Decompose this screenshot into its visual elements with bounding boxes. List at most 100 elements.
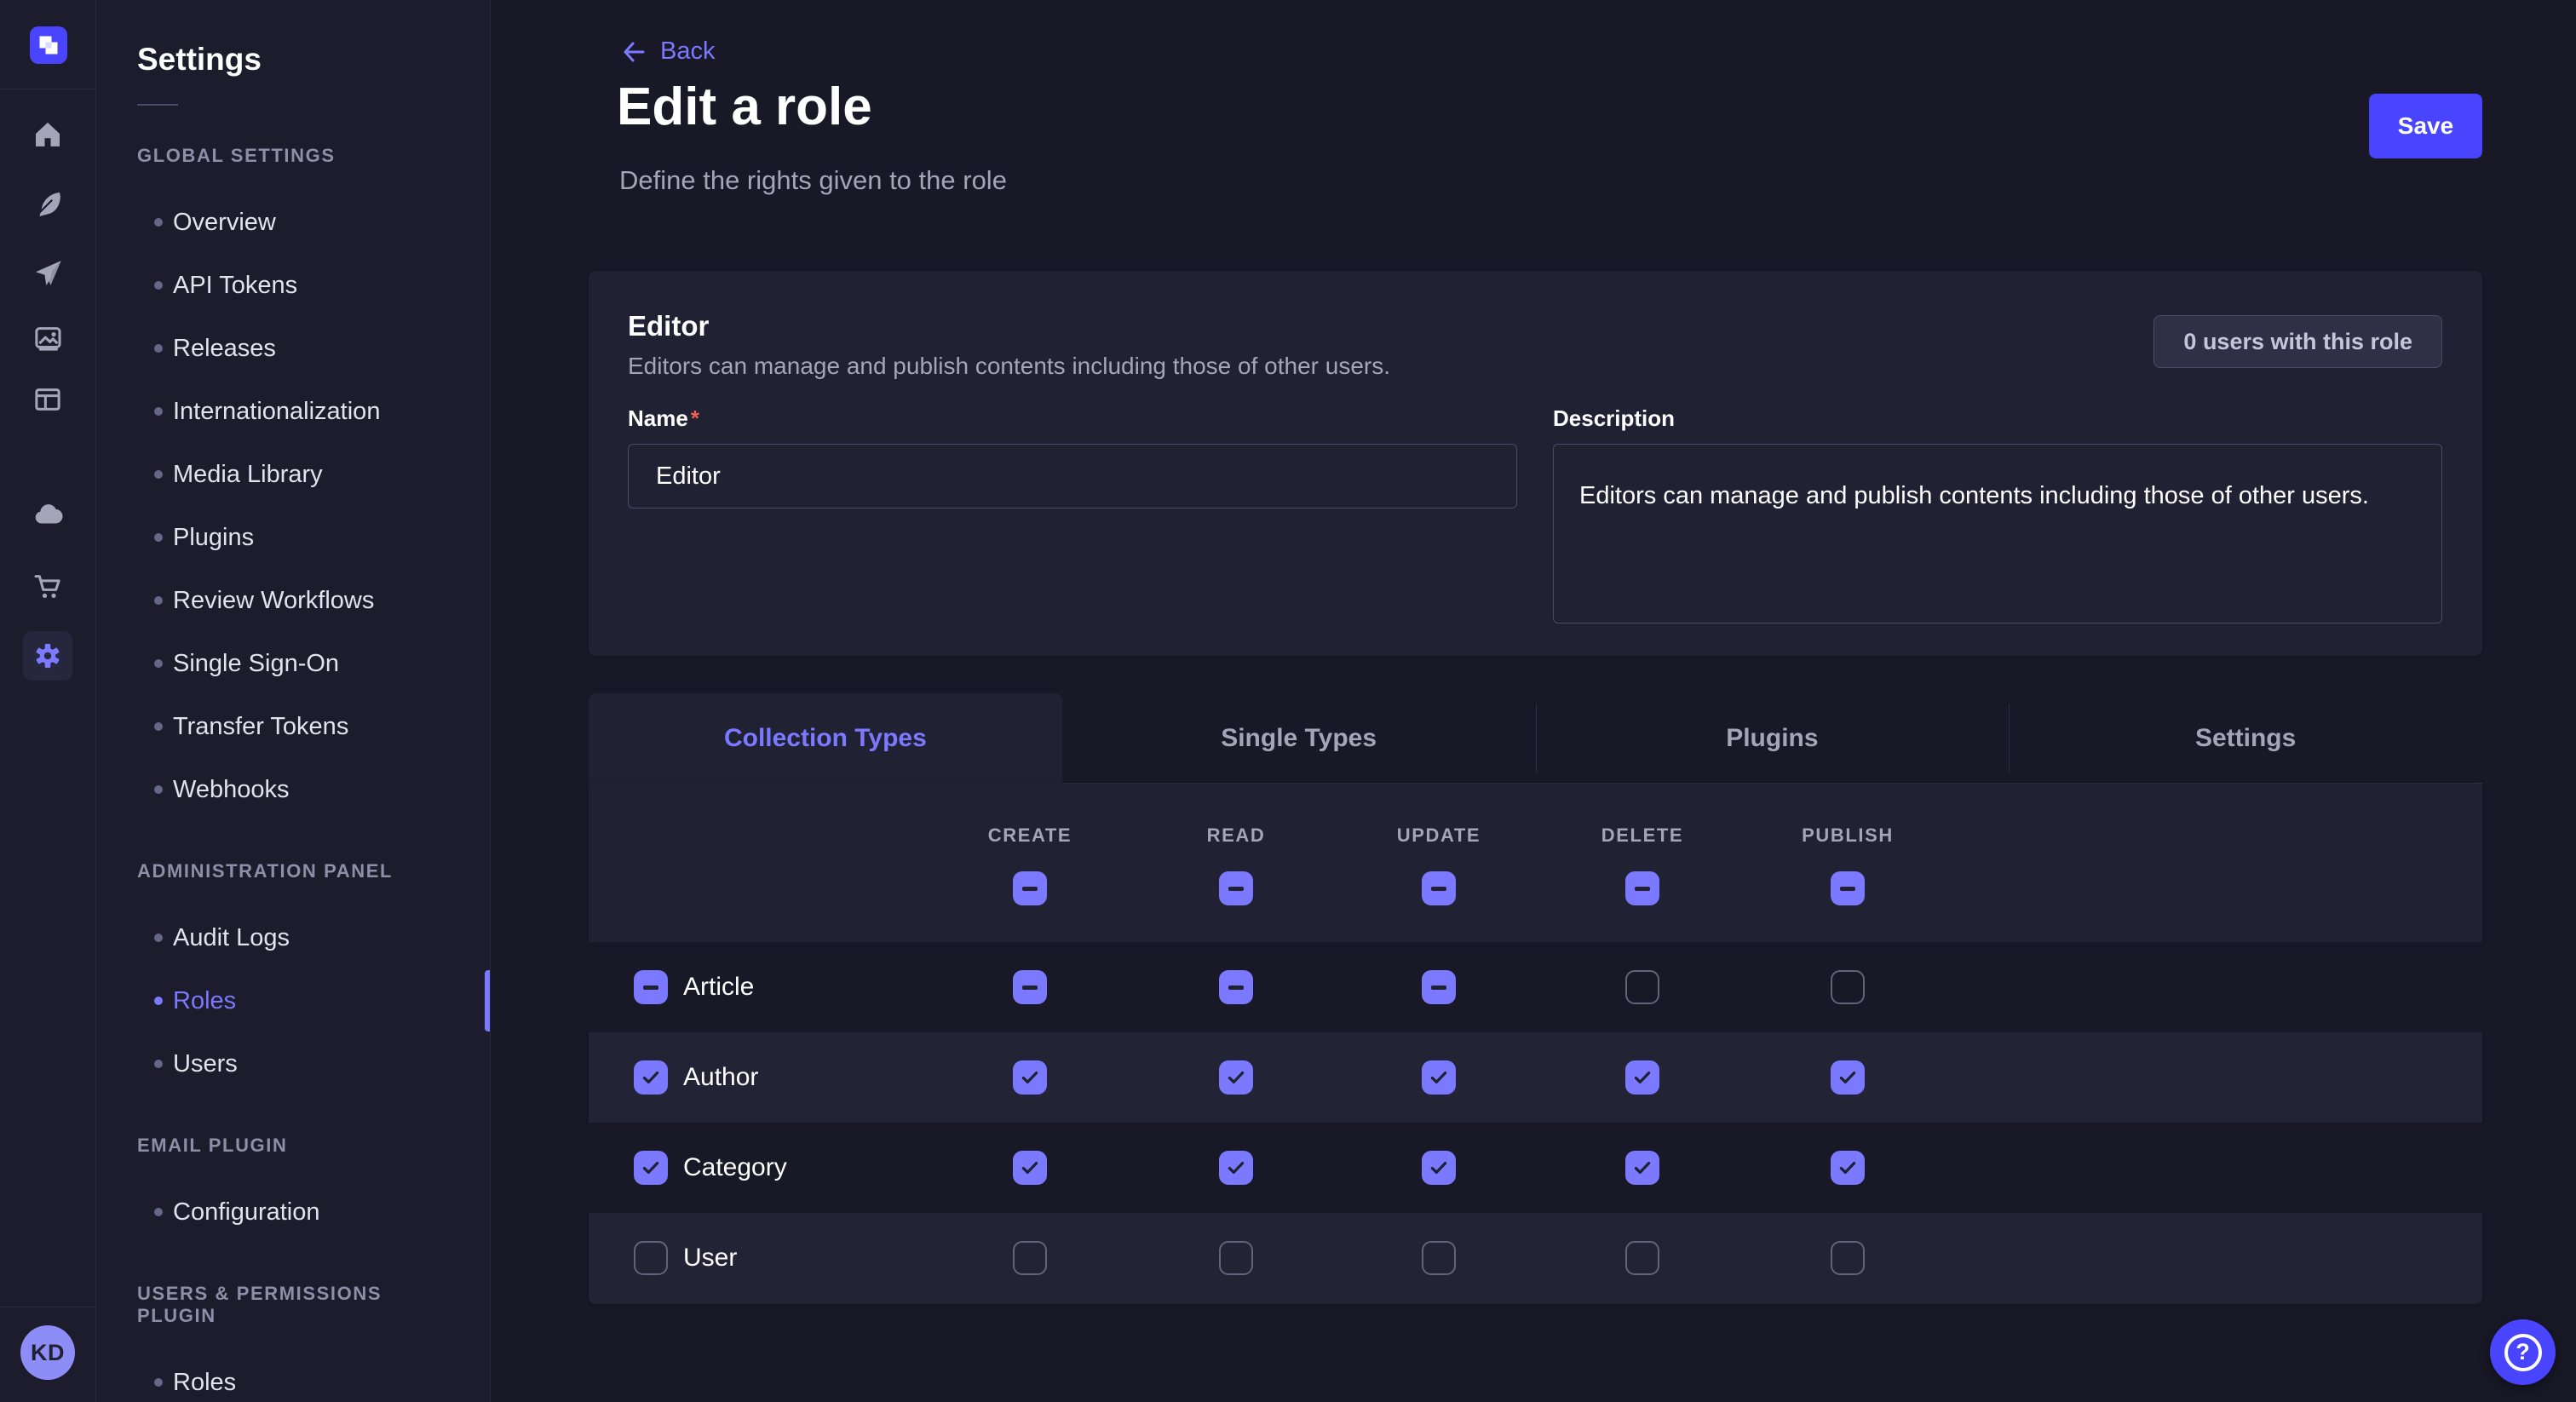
article-update-checkbox[interactable] [1422, 970, 1456, 1004]
strapi-logo[interactable] [30, 26, 67, 64]
indeterminate-dash [1228, 887, 1244, 891]
sidebar-item-releases[interactable]: Releases [96, 317, 490, 380]
back-link[interactable]: Back [619, 37, 715, 66]
cart-icon[interactable] [26, 564, 70, 608]
bullet-icon [154, 997, 163, 1005]
select-all-read-checkbox[interactable] [1219, 871, 1253, 905]
sidebar-item-label: Internationalization [173, 398, 380, 426]
row-category-checkbox[interactable] [634, 1151, 668, 1185]
sidebar-item-label: Roles [173, 987, 236, 1015]
article-publish-checkbox[interactable] [1831, 970, 1865, 1004]
sidebar-item-plugins[interactable]: Plugins [96, 506, 490, 569]
sidebar-item-api-tokens[interactable]: API Tokens [96, 254, 490, 317]
role-name-heading: Editor [628, 310, 1390, 342]
row-author-checkbox[interactable] [634, 1060, 668, 1095]
sidebar-item-media-library[interactable]: Media Library [96, 443, 490, 506]
author-read-checkbox[interactable] [1219, 1060, 1253, 1095]
category-update-checkbox[interactable] [1422, 1151, 1456, 1185]
tab-settings[interactable]: Settings [2009, 693, 2482, 784]
sidebar-item-audit-logs[interactable]: Audit Logs [96, 906, 490, 969]
indeterminate-dash [1840, 887, 1855, 891]
sidebar-item-single-sign-on[interactable]: Single Sign-On [96, 632, 490, 695]
category-publish-checkbox[interactable] [1831, 1151, 1865, 1185]
permissions-header-row: CREATEREADUPDATEDELETEPUBLISH [589, 784, 2482, 942]
column-label-create: CREATE [928, 825, 1132, 847]
sidebar-item-roles[interactable]: Roles [96, 969, 490, 1032]
nav-rail: KD [0, 0, 96, 1402]
row-label-user: User [683, 1244, 737, 1273]
author-publish-checkbox[interactable] [1831, 1060, 1865, 1095]
select-all-delete-checkbox[interactable] [1625, 871, 1659, 905]
category-delete-checkbox[interactable] [1625, 1151, 1659, 1185]
sidebar-list-administration-panel: Audit Logs Roles Users [96, 906, 490, 1095]
tab-collection-types[interactable]: Collection Types [589, 693, 1062, 784]
media-library-icon[interactable] [26, 316, 70, 360]
row-user-checkbox[interactable] [634, 1241, 668, 1275]
author-update-checkbox[interactable] [1422, 1060, 1456, 1095]
select-all-create-checkbox[interactable] [1013, 871, 1047, 905]
user-update-checkbox[interactable] [1422, 1241, 1456, 1275]
sidebar-item-configuration[interactable]: Configuration [96, 1181, 490, 1244]
tab-single-types[interactable]: Single Types [1062, 693, 1536, 784]
help-button[interactable]: ? [2490, 1319, 2556, 1385]
category-read-checkbox[interactable] [1219, 1151, 1253, 1185]
sidebar-item-roles[interactable]: Roles [96, 1351, 490, 1402]
user-read-checkbox[interactable] [1219, 1241, 1253, 1275]
sidebar-item-review-workflows[interactable]: Review Workflows [96, 569, 490, 632]
user-publish-checkbox[interactable] [1831, 1241, 1865, 1275]
sidebar-item-label: Configuration [173, 1198, 320, 1227]
role-description-subtext: Editors can manage and publish contents … [628, 353, 1390, 380]
question-mark-icon: ? [2504, 1334, 2542, 1371]
cloud-icon[interactable] [26, 492, 70, 537]
bullet-icon [154, 1378, 163, 1387]
sidebar-item-transfer-tokens[interactable]: Transfer Tokens [96, 695, 490, 758]
users-with-role-badge[interactable]: 0 users with this role [2153, 315, 2442, 368]
sidebar-title-divider [137, 104, 178, 106]
sidebar-item-label: Roles [173, 1369, 236, 1397]
layout-icon[interactable] [26, 377, 70, 422]
user-avatar[interactable]: KD [20, 1325, 75, 1380]
category-create-checkbox[interactable] [1013, 1151, 1047, 1185]
page-subtitle: Define the rights given to the role [619, 165, 1007, 196]
user-delete-checkbox[interactable] [1625, 1241, 1659, 1275]
article-delete-checkbox[interactable] [1625, 970, 1659, 1004]
bullet-icon [154, 407, 163, 416]
settings-gear-icon[interactable] [23, 631, 72, 681]
bullet-icon [154, 596, 163, 605]
sidebar-section-email-plugin: EMAIL PLUGIN [137, 1135, 449, 1157]
permission-row-author: Author [589, 1032, 2482, 1123]
sidebar-item-webhooks[interactable]: Webhooks [96, 758, 490, 821]
description-textarea[interactable]: Editors can manage and publish contents … [1553, 444, 2442, 623]
column-read: READ [1134, 825, 1338, 847]
row-article-checkbox[interactable] [634, 970, 668, 1004]
row-label-category: Category [683, 1153, 787, 1182]
sidebar-item-label: Users [173, 1050, 238, 1078]
sidebar-item-internationalization[interactable]: Internationalization [96, 380, 490, 443]
select-all-update-checkbox[interactable] [1422, 871, 1456, 905]
row-label-article: Article [683, 973, 754, 1002]
select-all-publish-checkbox[interactable] [1831, 871, 1865, 905]
tab-plugins[interactable]: Plugins [1536, 693, 2010, 784]
permissions-panel: CREATEREADUPDATEDELETEPUBLISH Article Aut… [589, 784, 2482, 1304]
name-field-label: Name* [628, 405, 1517, 432]
bullet-icon [154, 1208, 163, 1216]
feather-icon[interactable] [26, 182, 70, 227]
column-label-update: UPDATE [1337, 825, 1541, 847]
bullet-icon [154, 218, 163, 227]
article-create-checkbox[interactable] [1013, 970, 1047, 1004]
sidebar-item-label: Single Sign-On [173, 650, 339, 678]
article-read-checkbox[interactable] [1219, 970, 1253, 1004]
save-button[interactable]: Save [2369, 94, 2482, 158]
author-create-checkbox[interactable] [1013, 1060, 1047, 1095]
settings-sidebar: Settings GLOBAL SETTINGSOverviewAPI Toke… [96, 0, 491, 1402]
user-create-checkbox[interactable] [1013, 1241, 1047, 1275]
sidebar-item-overview[interactable]: Overview [96, 191, 490, 254]
paper-plane-icon[interactable] [26, 251, 70, 296]
author-delete-checkbox[interactable] [1625, 1060, 1659, 1095]
page-title: Edit a role [617, 77, 872, 137]
sidebar-item-label: API Tokens [173, 272, 297, 300]
home-icon[interactable] [26, 112, 70, 156]
indeterminate-dash [1022, 887, 1038, 891]
name-input[interactable] [628, 444, 1517, 509]
sidebar-item-users[interactable]: Users [96, 1032, 490, 1095]
